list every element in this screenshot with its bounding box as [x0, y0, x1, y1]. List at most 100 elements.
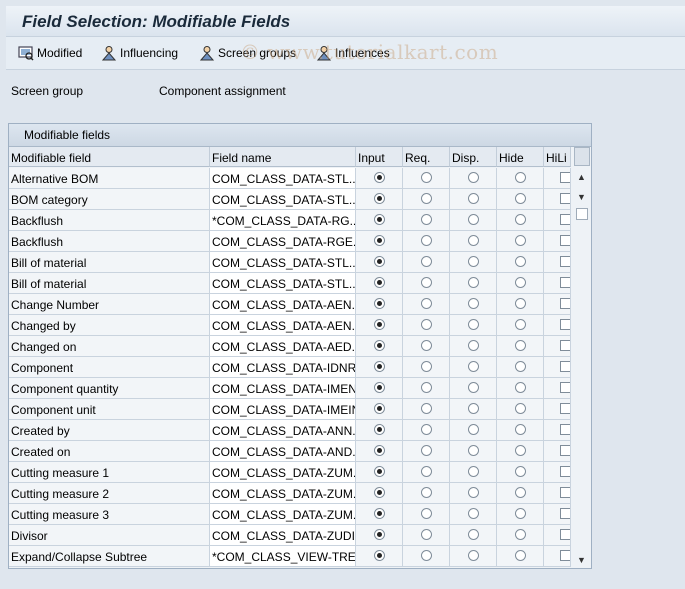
hili-checkbox[interactable]: [560, 319, 570, 330]
table-row[interactable]: Cutting measure 2 COM_CLASS_DATA-ZUM...: [9, 483, 571, 504]
table-row[interactable]: Bill of material COM_CLASS_DATA-STL...: [9, 273, 571, 294]
hide-radio[interactable]: [515, 235, 526, 246]
table-row[interactable]: Component COM_CLASS_DATA-IDNRK: [9, 357, 571, 378]
hili-checkbox[interactable]: [560, 466, 570, 477]
hili-checkbox[interactable]: [560, 214, 570, 225]
hili-checkbox[interactable]: [560, 298, 570, 309]
table-row[interactable]: Cutting measure 3 COM_CLASS_DATA-ZUM...: [9, 504, 571, 525]
column-header-hili[interactable]: HiLi: [544, 147, 571, 167]
hili-checkbox[interactable]: [560, 550, 570, 561]
table-row[interactable]: Expand/Collapse Subtree *COM_CLASS_VIEW-T…: [9, 546, 571, 567]
req-radio[interactable]: [421, 340, 432, 351]
input-radio[interactable]: [374, 466, 385, 477]
screen-groups-button[interactable]: Screen groups: [199, 44, 296, 62]
column-header-req[interactable]: Req.: [403, 147, 450, 167]
input-radio[interactable]: [374, 424, 385, 435]
hide-radio[interactable]: [515, 508, 526, 519]
input-radio[interactable]: [374, 340, 385, 351]
hili-checkbox[interactable]: [560, 277, 570, 288]
table-row[interactable]: Alternative BOM COM_CLASS_DATA-STL...: [9, 168, 571, 189]
hili-checkbox[interactable]: [560, 382, 570, 393]
hide-radio[interactable]: [515, 529, 526, 540]
disp-radio[interactable]: [468, 445, 479, 456]
req-radio[interactable]: [421, 550, 432, 561]
hide-radio[interactable]: [515, 319, 526, 330]
req-radio[interactable]: [421, 361, 432, 372]
scroll-up-icon[interactable]: ▲: [577, 172, 586, 182]
influencing-button[interactable]: Influencing: [101, 44, 178, 62]
hili-checkbox[interactable]: [560, 193, 570, 204]
disp-radio[interactable]: [468, 172, 479, 183]
req-radio[interactable]: [421, 382, 432, 393]
hili-checkbox[interactable]: [560, 508, 570, 519]
hide-radio[interactable]: [515, 277, 526, 288]
hili-checkbox[interactable]: [560, 340, 570, 351]
disp-radio[interactable]: [468, 382, 479, 393]
input-radio[interactable]: [374, 214, 385, 225]
column-header-field-name[interactable]: Field name: [210, 147, 356, 167]
hide-radio[interactable]: [515, 445, 526, 456]
table-row[interactable]: Created by COM_CLASS_DATA-ANN...: [9, 420, 571, 441]
req-radio[interactable]: [421, 508, 432, 519]
column-header-modifiable-field[interactable]: Modifiable field: [9, 147, 210, 167]
table-row[interactable]: Divisor COM_CLASS_DATA-ZUDI...: [9, 525, 571, 546]
input-radio[interactable]: [374, 172, 385, 183]
disp-radio[interactable]: [468, 340, 479, 351]
req-radio[interactable]: [421, 193, 432, 204]
disp-radio[interactable]: [468, 508, 479, 519]
req-radio[interactable]: [421, 424, 432, 435]
req-radio[interactable]: [421, 445, 432, 456]
disp-radio[interactable]: [468, 529, 479, 540]
table-row[interactable]: BOM category COM_CLASS_DATA-STL...: [9, 189, 571, 210]
hide-radio[interactable]: [515, 214, 526, 225]
disp-radio[interactable]: [468, 298, 479, 309]
req-radio[interactable]: [421, 319, 432, 330]
input-radio[interactable]: [374, 298, 385, 309]
column-header-input[interactable]: Input: [356, 147, 403, 167]
disp-radio[interactable]: [468, 256, 479, 267]
input-radio[interactable]: [374, 529, 385, 540]
input-radio[interactable]: [374, 445, 385, 456]
disp-radio[interactable]: [468, 277, 479, 288]
hili-checkbox[interactable]: [560, 529, 570, 540]
table-row[interactable]: Changed by COM_CLASS_DATA-AEN...: [9, 315, 571, 336]
disp-radio[interactable]: [468, 214, 479, 225]
input-radio[interactable]: [374, 256, 385, 267]
table-row[interactable]: Created on COM_CLASS_DATA-AND...: [9, 441, 571, 462]
input-radio[interactable]: [374, 361, 385, 372]
column-header-disp[interactable]: Disp.: [450, 147, 497, 167]
req-radio[interactable]: [421, 403, 432, 414]
input-radio[interactable]: [374, 193, 385, 204]
hili-checkbox[interactable]: [560, 445, 570, 456]
hili-checkbox[interactable]: [560, 424, 570, 435]
table-row[interactable]: Change Number COM_CLASS_DATA-AEN...: [9, 294, 571, 315]
input-radio[interactable]: [374, 235, 385, 246]
disp-radio[interactable]: [468, 550, 479, 561]
req-radio[interactable]: [421, 466, 432, 477]
column-settings-button[interactable]: [574, 147, 590, 166]
vertical-scrollbar[interactable]: ▲ ▼ ▼: [574, 147, 590, 567]
req-radio[interactable]: [421, 256, 432, 267]
input-radio[interactable]: [374, 403, 385, 414]
hili-checkbox[interactable]: [560, 361, 570, 372]
table-row[interactable]: Backflush *COM_CLASS_DATA-RG...: [9, 210, 571, 231]
hide-radio[interactable]: [515, 487, 526, 498]
disp-radio[interactable]: [468, 235, 479, 246]
req-radio[interactable]: [421, 529, 432, 540]
hide-radio[interactable]: [515, 361, 526, 372]
req-radio[interactable]: [421, 172, 432, 183]
disp-radio[interactable]: [468, 193, 479, 204]
table-row[interactable]: Backflush COM_CLASS_DATA-RGE...: [9, 231, 571, 252]
input-radio[interactable]: [374, 508, 385, 519]
hide-radio[interactable]: [515, 172, 526, 183]
disp-radio[interactable]: [468, 424, 479, 435]
disp-radio[interactable]: [468, 361, 479, 372]
scroll-bottom-icon[interactable]: ▼: [577, 555, 586, 565]
table-row[interactable]: Component unit COM_CLASS_DATA-IMEIN: [9, 399, 571, 420]
input-radio[interactable]: [374, 382, 385, 393]
input-radio[interactable]: [374, 487, 385, 498]
hili-checkbox[interactable]: [560, 172, 570, 183]
hide-radio[interactable]: [515, 298, 526, 309]
modified-button[interactable]: Modified: [18, 44, 82, 62]
column-header-hide[interactable]: Hide: [497, 147, 544, 167]
